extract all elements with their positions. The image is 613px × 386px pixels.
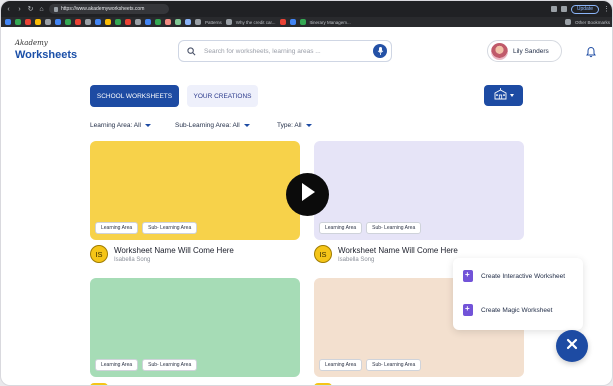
bookmark-icon[interactable]	[75, 19, 81, 25]
filter-label: Type: All	[277, 122, 302, 129]
bookmark-icon[interactable]	[185, 19, 191, 25]
folder-icon[interactable]	[564, 19, 571, 25]
logo-script: Akademy	[15, 39, 48, 47]
worksheet-meta: IS Worksheet Name Will Come Here Isabell…	[90, 245, 234, 263]
bookmark-icon[interactable]	[35, 19, 41, 25]
bookmark-icon[interactable]	[145, 19, 151, 25]
add-document-icon	[463, 270, 473, 282]
bookmark-icon[interactable]	[5, 19, 11, 25]
chevron-down-icon	[305, 124, 312, 127]
menu-item-label: Create Magic Worksheet	[481, 306, 553, 314]
search-bar[interactable]	[178, 40, 392, 62]
bookmark-icon[interactable]	[65, 19, 71, 25]
menu-item-label: Create Interactive Worksheet	[481, 272, 566, 280]
filter-sub-learning-area[interactable]: Sub-Learning Area: All	[175, 122, 250, 129]
folder-icon[interactable]	[195, 19, 201, 25]
school-filter-button[interactable]	[484, 85, 523, 106]
update-button[interactable]: Update	[570, 4, 599, 14]
bookmark-credit-card[interactable]: Why the credit car...	[236, 20, 276, 25]
worksheet-name[interactable]: Worksheet Name Will Come Here	[114, 246, 234, 255]
tab-school-worksheets[interactable]: SCHOOL WORKSHEETS	[90, 85, 179, 107]
profile-icon[interactable]	[560, 6, 567, 12]
other-bookmarks[interactable]: Other Bookmarks	[575, 20, 610, 25]
create-menu: Create Interactive Worksheet Create Magi…	[453, 258, 583, 330]
worksheet-card[interactable]: Learning Area Sub- Learning Area	[90, 141, 300, 240]
worksheet-author: Isabella Song	[338, 256, 375, 263]
bookmark-icon[interactable]	[115, 19, 121, 25]
lock-icon	[54, 6, 58, 12]
bookmark-icon[interactable]	[85, 19, 91, 25]
reload-icon[interactable]: ↻	[27, 6, 34, 13]
create-interactive-worksheet-option[interactable]: Create Interactive Worksheet	[463, 270, 565, 282]
user-profile-button[interactable]: Lily Sanders	[487, 40, 562, 62]
worksheet-card[interactable]: Learning Area Sub- Learning Area	[90, 278, 300, 377]
add-document-icon	[463, 304, 473, 316]
worksheet-card[interactable]: Learning Area Sub- Learning Area	[314, 141, 524, 240]
search-icon	[187, 46, 196, 56]
worksheet-author: Isabella Song	[114, 256, 151, 263]
filter-label: Sub-Learning Area: All	[175, 122, 240, 129]
bookmark-icon[interactable]	[95, 19, 101, 25]
sub-learning-area-tag: Sub- Learning Area	[366, 222, 422, 234]
filter-label: Learning Area: All	[90, 122, 141, 129]
bookmark-icon[interactable]	[55, 19, 61, 25]
bookmark-itinerary[interactable]: Itinerary Managem...	[310, 20, 351, 25]
bookmark-icon[interactable]	[25, 19, 31, 25]
filter-type[interactable]: Type: All	[277, 122, 312, 129]
play-icon	[299, 182, 317, 207]
bookmark-icon[interactable]	[175, 19, 181, 25]
bookmark-icon[interactable]	[105, 19, 111, 25]
search-input[interactable]	[204, 47, 365, 55]
sub-learning-area-tag: Sub- Learning Area	[366, 359, 422, 371]
bookmark-icon[interactable]	[15, 19, 21, 25]
create-magic-worksheet-option[interactable]: Create Magic Worksheet	[463, 304, 552, 316]
close-icon	[566, 337, 578, 355]
browser-toolbar: ‹ › ↻ ⌂ https://www.akademyworksheets.co…	[1, 1, 612, 17]
bookmark-icon[interactable]	[155, 19, 161, 25]
sub-learning-area-tag: Sub- Learning Area	[142, 222, 198, 234]
chevron-down-icon	[144, 124, 151, 127]
author-avatar: IS	[90, 245, 108, 263]
school-icon	[494, 87, 507, 105]
menu-icon[interactable]: ⋮	[603, 6, 610, 13]
bookmark-icon[interactable]	[225, 19, 232, 25]
close-create-menu-button[interactable]	[556, 330, 588, 362]
logo-title[interactable]: Worksheets	[15, 49, 77, 61]
worksheet-name[interactable]: Worksheet Name Will Come Here	[338, 246, 458, 255]
learning-area-tag: Learning Area	[95, 359, 139, 371]
learning-area-tag: Learning Area	[319, 359, 363, 371]
bookmark-icon[interactable]	[135, 19, 141, 25]
avatar	[491, 42, 508, 60]
bookmark-icon[interactable]	[289, 19, 296, 25]
learning-area-tag: Learning Area	[319, 222, 363, 234]
worksheet-meta: IS Worksheet Name Will Come Here Isabell…	[314, 245, 458, 263]
bell-icon[interactable]	[585, 45, 597, 58]
bookmark-icon[interactable]	[125, 19, 131, 25]
bookmarks-bar: Patterns Why the credit car... Itinerary…	[1, 17, 612, 27]
bookmark-icon[interactable]	[299, 19, 306, 25]
learning-area-tag: Learning Area	[95, 222, 139, 234]
bookmark-patterns[interactable]: Patterns	[205, 20, 222, 25]
user-name: Lily Sanders	[513, 47, 549, 55]
filter-learning-area[interactable]: Learning Area: All	[90, 122, 151, 129]
chevron-down-icon	[243, 124, 250, 127]
back-icon[interactable]: ‹	[5, 6, 12, 13]
forward-icon[interactable]: ›	[16, 6, 23, 13]
address-bar[interactable]: https://www.akademyworksheets.com	[49, 4, 169, 14]
bookmark-icon[interactable]	[45, 19, 51, 25]
author-avatar: IS	[314, 245, 332, 263]
extension-icon[interactable]	[550, 6, 557, 12]
chevron-down-icon	[509, 94, 514, 97]
mic-icon[interactable]	[373, 44, 387, 58]
bookmark-icon[interactable]	[165, 19, 171, 25]
bookmark-icon[interactable]	[279, 19, 286, 25]
app-window: ‹ › ↻ ⌂ https://www.akademyworksheets.co…	[0, 0, 613, 386]
tab-your-creations[interactable]: YOUR CREATIONS	[187, 85, 258, 107]
url-text: https://www.akademyworksheets.com	[61, 6, 145, 12]
sub-learning-area-tag: Sub- Learning Area	[142, 359, 198, 371]
home-icon[interactable]: ⌂	[38, 6, 45, 13]
play-button[interactable]	[286, 173, 329, 216]
